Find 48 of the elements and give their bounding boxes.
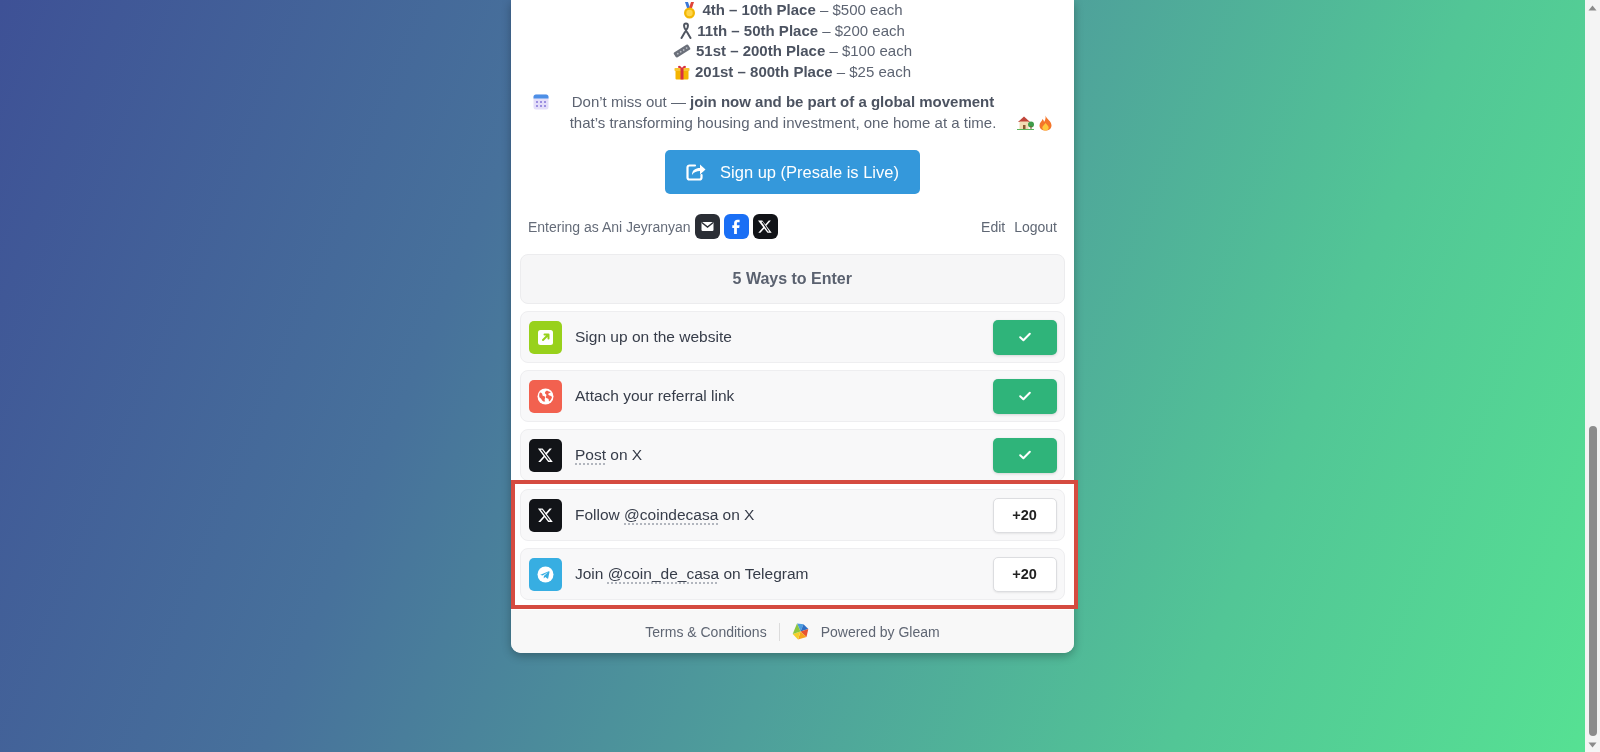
caret-down-icon[interactable] [1588, 742, 1597, 748]
entry-row[interactable]: Sign up on the website [520, 311, 1065, 363]
entry-label: Post on X [575, 446, 643, 464]
ribbon-icon [680, 22, 693, 40]
check-icon [1018, 332, 1031, 342]
completed-button[interactable] [992, 319, 1057, 355]
ticket-icon [673, 44, 691, 59]
account-link[interactable]: Edit [981, 218, 1006, 235]
prize-text: 201st – 800th Place – $25 each [695, 61, 911, 82]
entry-link[interactable]: @coin_de_casa [607, 565, 720, 582]
entry-label: Follow @coindecasa on X [575, 506, 755, 524]
completed-button[interactable] [992, 437, 1057, 473]
points-button[interactable]: +20 [992, 497, 1057, 533]
entry-link[interactable]: @coindecasa [624, 506, 719, 523]
caret-up-icon[interactable] [1588, 5, 1597, 11]
points-button[interactable]: +20 [992, 556, 1057, 592]
entry-link[interactable]: Post [575, 446, 606, 463]
x-logo-icon [752, 214, 778, 239]
medal-icon [682, 1, 698, 19]
entry-row[interactable]: Join @coin_de_casa on Telegram +20 [520, 548, 1065, 600]
entry-label: Attach your referral link [575, 387, 735, 405]
house-icon [1017, 115, 1034, 131]
prize-text: 51st – 200th Place – $100 each [696, 41, 912, 61]
account-link[interactable]: Logout [1014, 218, 1057, 235]
completed-button[interactable] [992, 378, 1057, 414]
logo-icon [791, 623, 809, 640]
entries-header: 5 Ways to Enter [520, 254, 1065, 304]
f-logo-icon [723, 214, 749, 239]
scrollbar[interactable] [1585, 0, 1600, 752]
promo-text: Don’t miss out — join now and be part of a global movement that’s transforming housing and investment, one home at a time. [568, 92, 998, 133]
entrant-name: Entering as Ani Jeyranyan [528, 218, 691, 235]
entry-label: Sign up on the website [575, 328, 732, 346]
gift-icon [674, 63, 690, 80]
prize-text: 11th – 50th Place – $200 each [697, 20, 905, 41]
terms-link[interactable]: Terms & Conditions [645, 623, 767, 640]
entry-row[interactable]: Follow @coindecasa on X +20 [520, 489, 1065, 541]
envelope-icon [694, 214, 720, 239]
entry-row[interactable]: Attach your referral link [520, 370, 1065, 422]
check-icon [1018, 450, 1031, 460]
prize-text: 4th – 10th Place – $500 each [702, 0, 903, 20]
check-icon [1018, 391, 1031, 401]
share-icon [686, 163, 707, 181]
entry-row[interactable]: Post on X [520, 429, 1065, 481]
powered-by-link[interactable]: Powered by Gleam [820, 623, 940, 640]
scrollbar-thumb[interactable] [1588, 426, 1597, 736]
entry-label: Join @coin_de_casa on Telegram [575, 565, 809, 583]
flame-icon [1039, 114, 1052, 131]
calendar-icon [533, 94, 549, 110]
